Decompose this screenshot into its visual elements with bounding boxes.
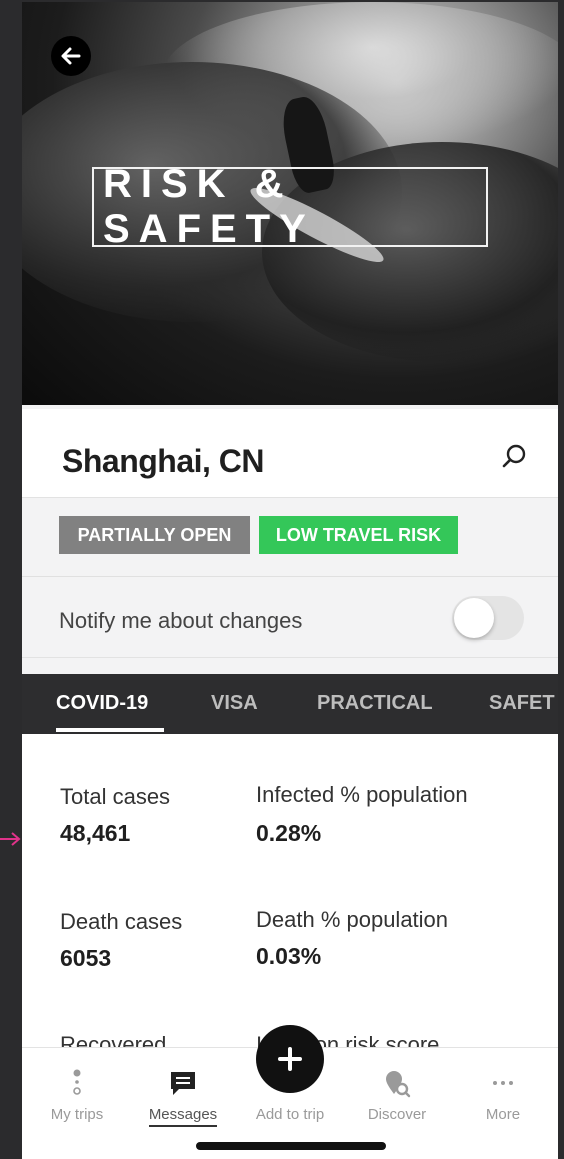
death-cases-label: Death cases [60,909,183,934]
phone-screen: RISK & SAFETY Shanghai, CN PARTIALLY OPE… [22,2,558,1159]
nav-messages[interactable]: Messages [133,1068,233,1127]
nav-label: My trips [50,1106,104,1123]
infected-pct-value: 0.28% [256,820,322,846]
death-pct-label: Death % population [256,907,449,932]
nav-label: Discover [367,1106,427,1123]
location-name: Shanghai, CN [62,443,265,479]
nav-my-trips[interactable]: My trips [27,1068,127,1124]
infected-pct-label: Infected % population [256,782,468,807]
death-cases-value: 6053 [60,945,112,971]
total-cases-value: 48,461 [60,820,131,846]
recovered-label: Recovered [60,1032,167,1047]
active-tab-indicator [56,728,164,732]
category-tabs: COVID-19 VISA PRACTICAL SAFET [22,674,558,734]
search-icon [502,444,526,468]
nav-label: More [485,1106,521,1123]
status-badges: PARTIALLY OPEN LOW TRAVEL RISK [22,499,558,577]
toggle-knob [454,598,494,638]
location-header: Shanghai, CN [22,409,558,498]
hero-title: RISK & SAFETY [103,162,315,251]
death-pct-value: 0.03% [256,943,322,969]
annotation-arrow-icon [0,832,21,846]
back-button[interactable] [51,36,91,76]
covid-stats: Total cases 48,461 Infected % population… [22,734,558,1047]
add-to-trip-button[interactable] [256,1025,324,1093]
message-icon [171,1072,195,1095]
tab-covid[interactable]: COVID-19 [56,692,148,715]
hero-title-box: RISK & SAFETY [92,162,488,251]
notify-label: Notify me about changes [59,608,303,633]
pin-trail-icon [73,1069,81,1095]
tab-visa[interactable]: VISA [211,692,258,715]
tab-practical[interactable]: PRACTICAL [317,692,433,715]
plus-icon [278,1047,302,1071]
notify-toggle[interactable] [452,596,524,640]
nav-more[interactable]: More [453,1068,553,1124]
total-cases-label: Total cases [60,784,171,809]
location-search-icon [386,1071,411,1098]
nav-discover[interactable]: Discover [347,1068,447,1124]
arrow-left-icon [61,47,81,65]
nav-label: Add to trip [255,1106,325,1123]
status-badge-risk: LOW TRAVEL RISK [259,516,458,554]
status-badge-open: PARTIALLY OPEN [59,516,250,554]
tab-safety[interactable]: SAFET [489,692,555,715]
ellipsis-icon [493,1081,513,1085]
home-indicator[interactable] [196,1142,386,1150]
nav-label: Messages [148,1106,218,1127]
search-button[interactable] [500,442,530,472]
